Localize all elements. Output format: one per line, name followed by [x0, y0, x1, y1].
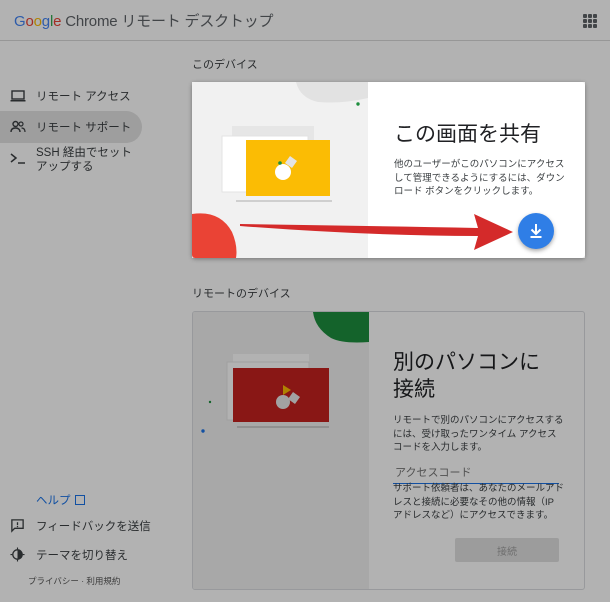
chrome-remote-desktop-page: Google Chrome リモート デスクトップ リモート アクセス リモート …: [0, 0, 610, 602]
pointer-arrow-annotation: [240, 214, 513, 250]
